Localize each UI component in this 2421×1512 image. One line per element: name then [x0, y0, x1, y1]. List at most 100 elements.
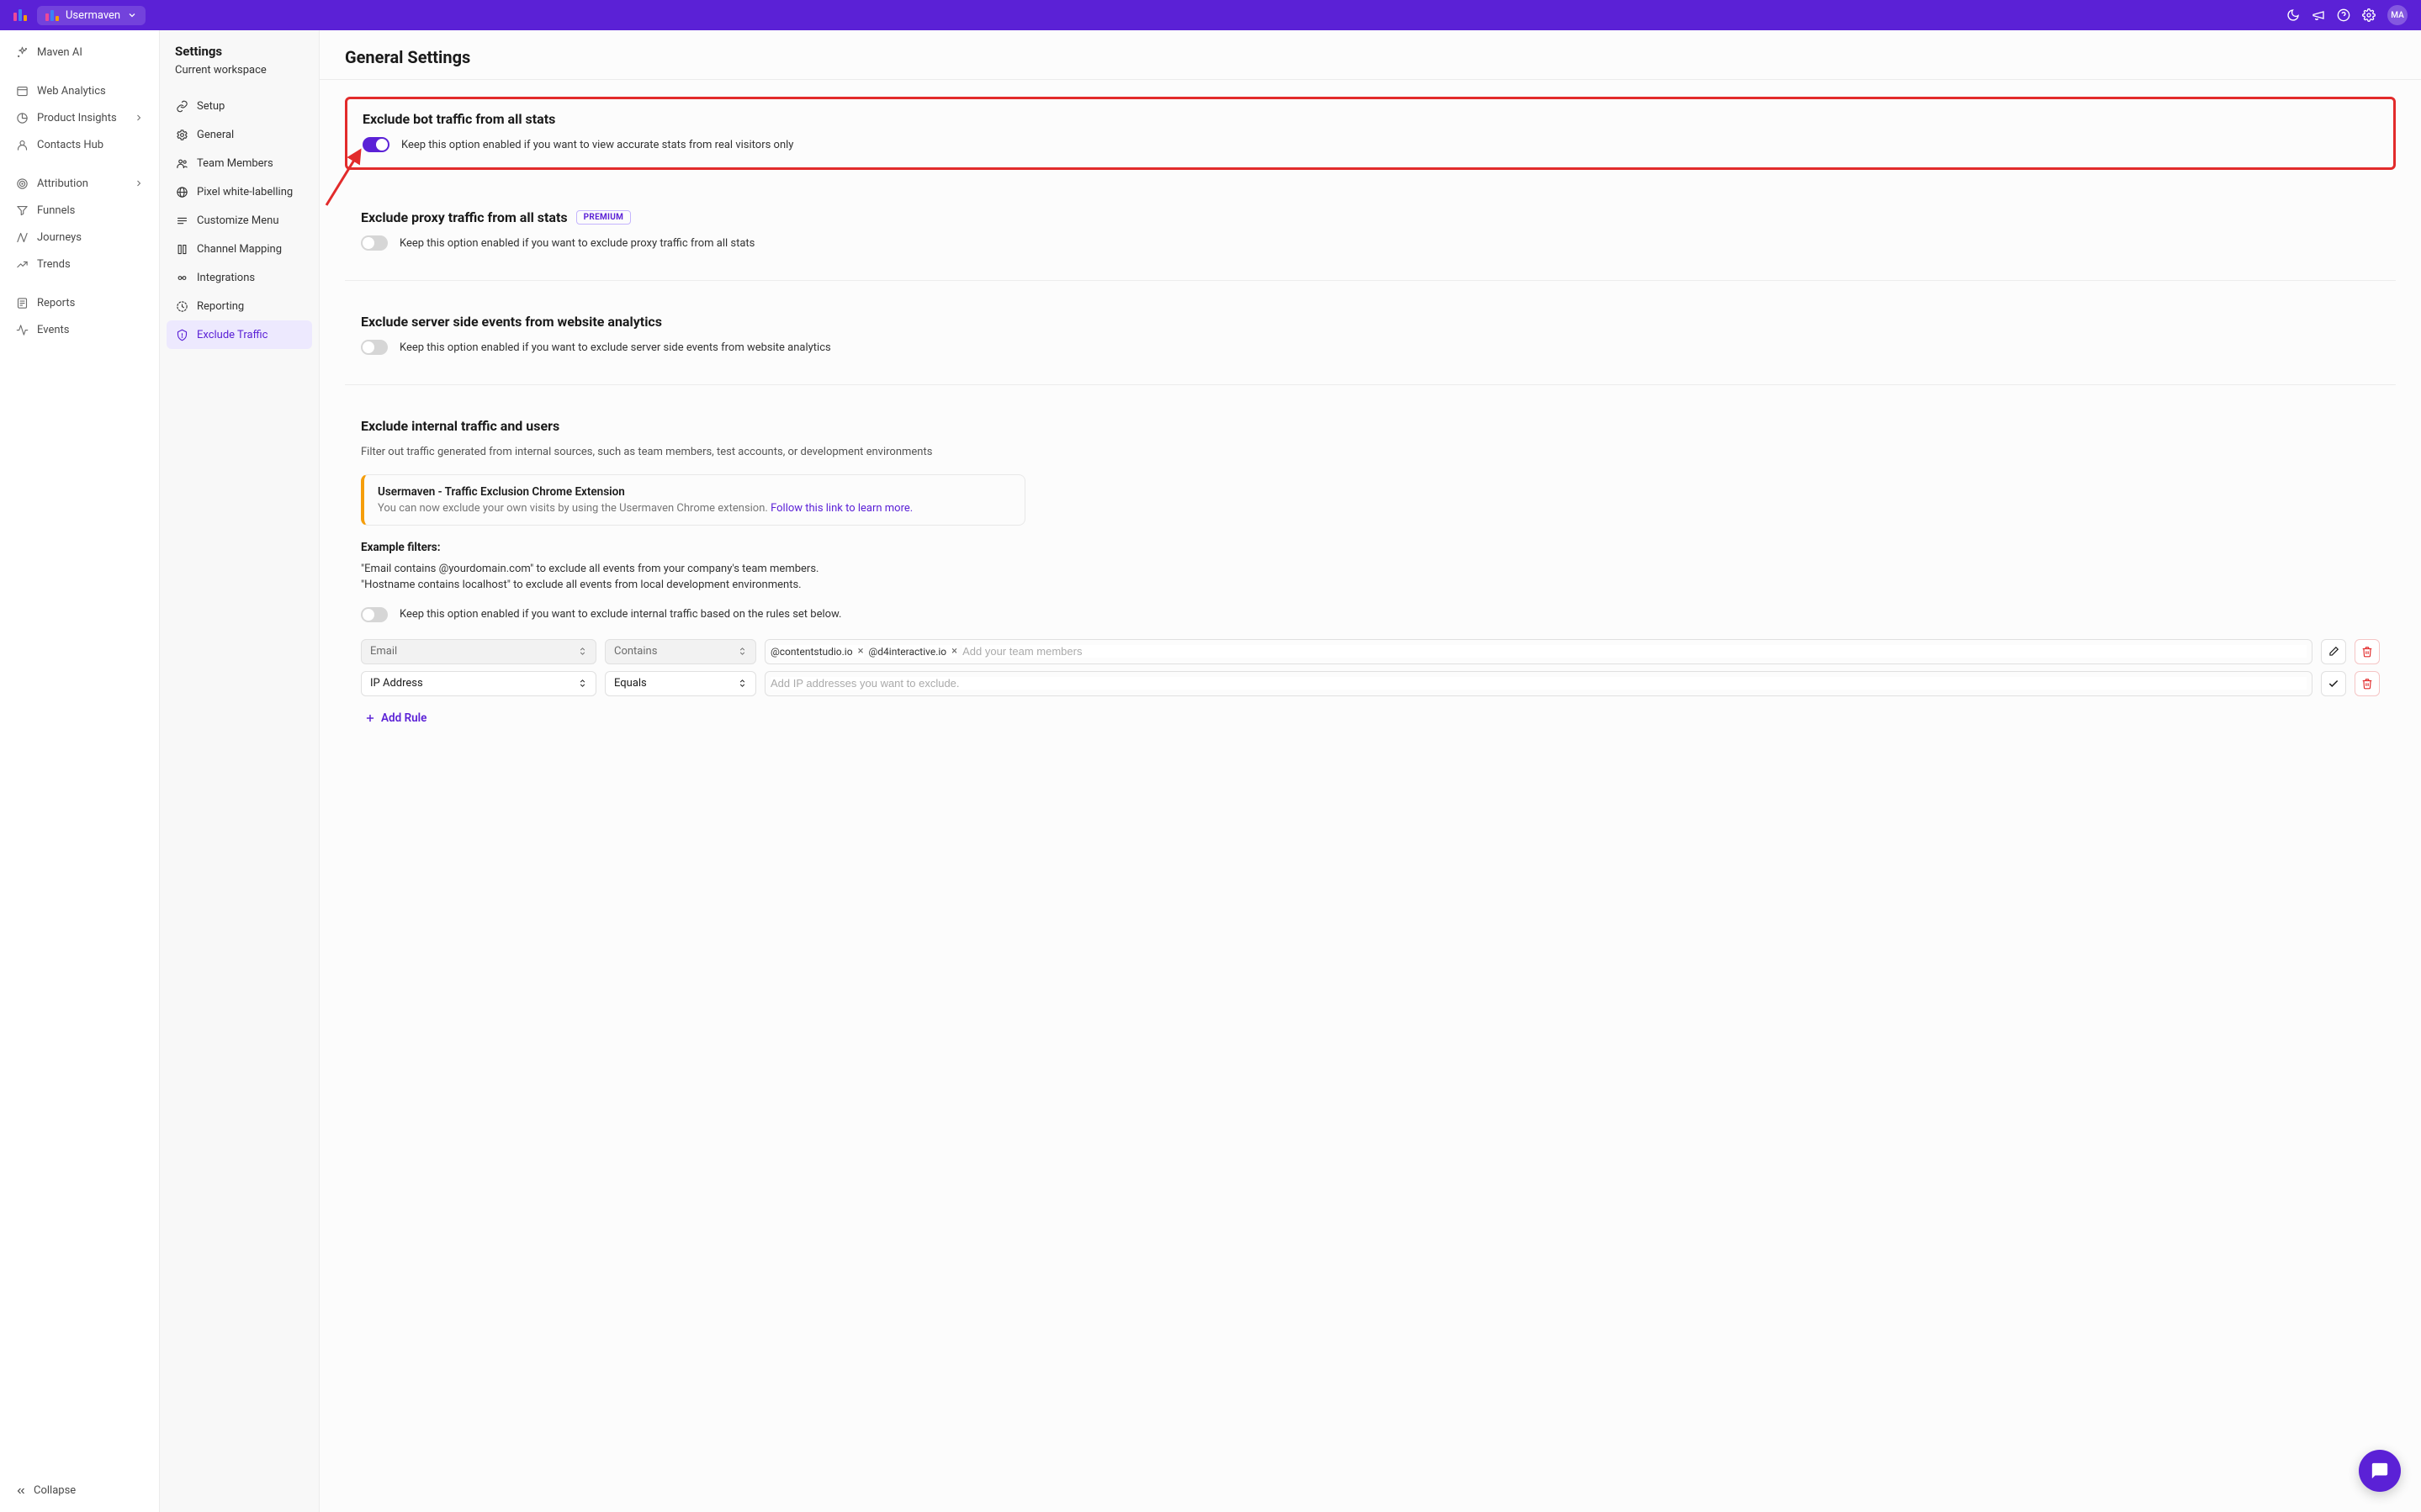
add-rule-button[interactable]: Add Rule: [361, 703, 2380, 733]
subnav-item-pixel-white-labelling[interactable]: Pixel white-labelling: [167, 177, 312, 206]
chevron-right-icon: [134, 178, 144, 188]
learn-more-link[interactable]: Follow this link to learn more.: [771, 502, 913, 515]
primary-nav: Maven AI Web Analytics Product Insights Con…: [0, 30, 160, 1512]
exclude-server-section: Exclude server side events from website …: [345, 301, 2396, 371]
delete-rule-button[interactable]: [2355, 671, 2380, 696]
nav-item-web-analytics[interactable]: Web Analytics: [7, 77, 152, 104]
app-logo-icon: [13, 9, 27, 21]
globe-icon: [175, 185, 188, 198]
nav-item-product-insights[interactable]: Product Insights: [7, 104, 152, 131]
settings-subnav: Settings Current workspace Setup General T…: [160, 30, 320, 1512]
workspace-selector[interactable]: Usermaven: [37, 6, 146, 25]
rule-value-text-input[interactable]: [962, 645, 2307, 658]
browser-icon: [15, 84, 29, 98]
settings-button[interactable]: [2362, 8, 2376, 22]
pie-icon: [15, 111, 29, 124]
subnav-item-setup[interactable]: Setup: [167, 92, 312, 120]
person-icon: [15, 138, 29, 151]
subnav-item-customize-menu[interactable]: Customize Menu: [167, 206, 312, 235]
journey-icon: [15, 230, 29, 244]
nav-label: Funnels: [37, 204, 75, 217]
rule-operator-select[interactable]: Contains: [605, 639, 756, 664]
subnav-item-channel-mapping[interactable]: Channel Mapping: [167, 235, 312, 263]
subnav-item-integrations[interactable]: Integrations: [167, 263, 312, 292]
subnav-item-exclude-traffic[interactable]: Exclude Traffic: [167, 320, 312, 349]
subnav-label: Pixel white-labelling: [197, 186, 293, 198]
exclude-bot-toggle[interactable]: [363, 137, 389, 152]
callout-title: Usermaven - Traffic Exclusion Chrome Ext…: [378, 485, 1011, 499]
setting-description: Keep this option enabled if you want to …: [400, 237, 755, 250]
subnav-item-team-members[interactable]: Team Members: [167, 149, 312, 177]
link-icon: [175, 99, 188, 113]
target-icon: [15, 177, 29, 190]
select-arrows-icon: [738, 647, 747, 656]
theme-toggle[interactable]: [2286, 8, 2300, 22]
page-title: General Settings: [320, 30, 2421, 80]
rule-row: Email Contains @contentstudio.io×@d4inte…: [361, 639, 2380, 664]
chevron-double-left-icon: [15, 1485, 27, 1497]
select-arrows-icon: [578, 647, 587, 656]
nav-item-attribution[interactable]: Attribution: [7, 170, 152, 197]
setting-description: Keep this option enabled if you want to …: [401, 139, 793, 151]
subnav-item-reporting[interactable]: Reporting: [167, 292, 312, 320]
subnav-label: Reporting: [197, 300, 244, 313]
rule-operator-select[interactable]: Equals: [605, 671, 756, 696]
nav-item-funnels[interactable]: Funnels: [7, 197, 152, 224]
setting-title: Exclude internal traffic and users: [361, 418, 2380, 434]
remove-tag-button[interactable]: ×: [951, 645, 957, 658]
rule-field-select[interactable]: Email: [361, 639, 596, 664]
subnav-item-general[interactable]: General: [167, 120, 312, 149]
trend-icon: [15, 257, 29, 271]
rule-field-select[interactable]: IP Address: [361, 671, 596, 696]
subnav-subtitle: Current workspace: [167, 64, 312, 92]
delete-rule-button[interactable]: [2355, 639, 2380, 664]
setting-title: Exclude server side events from website …: [361, 314, 2380, 330]
team-icon: [175, 156, 188, 170]
user-avatar[interactable]: MA: [2387, 5, 2408, 25]
nav-label: Events: [37, 324, 69, 336]
setting-title: Exclude proxy traffic from all stats: [361, 209, 568, 225]
edit-rule-button[interactable]: [2321, 639, 2346, 664]
setting-description: Keep this option enabled if you want to …: [400, 608, 841, 621]
nav-item-journeys[interactable]: Journeys: [7, 224, 152, 251]
setting-intro: Filter out traffic generated from intern…: [361, 444, 2380, 461]
plus-icon: [364, 712, 376, 724]
collapse-sidebar-button[interactable]: Collapse: [7, 1478, 152, 1504]
rule-value-input[interactable]: @contentstudio.io×@d4interactive.io×: [765, 639, 2312, 664]
select-arrows-icon: [738, 679, 747, 688]
remove-tag-button[interactable]: ×: [858, 645, 864, 658]
nav-item-contacts-hub[interactable]: Contacts Hub: [7, 131, 152, 158]
exclude-internal-toggle[interactable]: [361, 607, 388, 622]
nav-item-trends[interactable]: Trends: [7, 251, 152, 278]
nav-item-events[interactable]: Events: [7, 316, 152, 343]
nav-label: Product Insights: [37, 112, 117, 124]
integ-icon: [175, 271, 188, 284]
nav-label: Trends: [37, 258, 71, 271]
filter-tag: @contentstudio.io×: [771, 645, 864, 658]
nav-label: Contacts Hub: [37, 139, 103, 151]
exclude-server-toggle[interactable]: [361, 340, 388, 355]
exclude-proxy-toggle[interactable]: [361, 235, 388, 251]
extension-callout: Usermaven - Traffic Exclusion Chrome Ext…: [361, 474, 1025, 526]
shield-icon: [175, 328, 188, 341]
subnav-title: Settings: [167, 44, 312, 64]
subnav-label: General: [197, 129, 234, 141]
rule-row: IP Address Equals: [361, 671, 2380, 696]
nav-item-maven-ai[interactable]: Maven AI: [7, 39, 152, 66]
subnav-label: Channel Mapping: [197, 243, 282, 256]
confirm-rule-button[interactable]: [2321, 671, 2346, 696]
nav-label: Attribution: [37, 177, 88, 190]
announcements-button[interactable]: [2312, 8, 2325, 22]
nav-item-reports[interactable]: Reports: [7, 289, 152, 316]
rule-value-input[interactable]: [765, 671, 2312, 696]
subnav-label: Exclude Traffic: [197, 329, 268, 341]
map-icon: [175, 242, 188, 256]
funnel-icon: [15, 204, 29, 217]
menu-icon: [175, 214, 188, 227]
rule-value-text-input[interactable]: [771, 677, 2307, 690]
pulse-icon: [15, 323, 29, 336]
help-button[interactable]: [2337, 8, 2350, 22]
premium-badge: PREMIUM: [576, 210, 632, 225]
chat-fab[interactable]: [2359, 1450, 2401, 1492]
main-content: General Settings Exclude bot traffic fro…: [320, 30, 2421, 1512]
